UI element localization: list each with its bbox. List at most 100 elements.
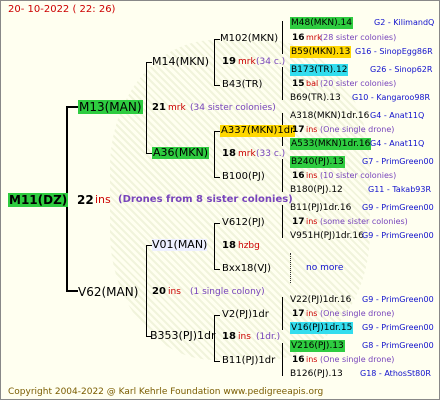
queen-b173: B173(TR).12: [290, 64, 349, 76]
v62-status: ins: [168, 287, 181, 297]
v2-drone: (One single drone): [320, 309, 395, 318]
queen-b11: B11(PJ)1dr: [222, 355, 276, 366]
a337-parent-drone: (One single drone): [320, 125, 395, 134]
a533-breeder: G4 - Anat11Q: [370, 139, 425, 148]
link-b43: [282, 67, 283, 100]
queen-a318: A318(MKN)1dr.16: [290, 111, 370, 121]
queen-v612: V612(PJ): [222, 217, 265, 228]
v2-generation: 17: [292, 309, 305, 319]
a337-parent-generation: 17: [292, 125, 305, 135]
queen-m48: M48(MKN).14: [290, 17, 353, 29]
b11-status: ins: [306, 355, 318, 364]
link-root-top: [66, 106, 78, 108]
v22-breeder: G9 - PrimGreen00: [362, 295, 434, 304]
v612-status: ins: [306, 217, 318, 226]
link-bxx18-dotted: [290, 253, 291, 283]
b43-parent-sisters: (20 sister colonies): [320, 79, 397, 88]
queen-v22: V22(PJ)1dr.16: [290, 295, 352, 305]
m13-sisters: (34 sister colonies): [190, 103, 276, 113]
b353-status: ins: [238, 332, 251, 342]
queen-a36: A36(MKN): [152, 146, 210, 159]
b126-breeder: G18 - AthosSt80R: [360, 369, 431, 378]
a36-sisters: (33 c.): [256, 149, 286, 159]
b59-breeder: G16 - SinopEgg86R: [355, 47, 433, 56]
queen-b126: B126(PJ).13: [290, 369, 343, 379]
root-drones-note: (Drones from 8 sister colonies): [118, 194, 293, 205]
queen-m102: M102(MKN): [220, 33, 279, 44]
a36-status: mrk: [238, 149, 256, 159]
b353-note: (1dr.): [256, 332, 281, 342]
b100-parent-status: ins: [306, 171, 318, 180]
b43-parent-status: bal: [306, 79, 319, 88]
queen-v16: V16(PJ)1dr.15: [290, 322, 354, 334]
queen-m14: M14(MKN): [152, 55, 210, 68]
v612-generation: 17: [292, 217, 305, 227]
queen-b353: B353(PJ)1dr: [150, 329, 216, 342]
link-v2: [282, 297, 283, 330]
v2-status: ins: [306, 309, 318, 318]
queen-b180: B180(PJ).12: [290, 185, 343, 195]
queen-b43: B43(TR): [222, 79, 263, 90]
m102-status: mrk: [238, 57, 256, 67]
queen-b11-pj: B11(PJ)1dr.16: [290, 203, 352, 213]
m102-sisters: (34 c.): [256, 57, 286, 67]
queen-m13: M13(MAN): [78, 100, 143, 114]
queen-v951h: V951H(PJ)1dr.16: [290, 231, 364, 241]
queen-b100: B100(PJ): [222, 171, 265, 182]
link-b100: [282, 159, 283, 192]
link-b353-a: [214, 315, 220, 316]
b69-breeder: G10 - Kangaroo98R: [352, 93, 431, 102]
m102-parent-generation: 16: [292, 33, 305, 43]
b11-pj-breeder: G9 - PrimGreen00: [362, 203, 434, 212]
v62-generation: 20: [152, 286, 166, 297]
root-generation: 22: [77, 193, 94, 207]
v216-breeder: G8 - PrimGreen00: [362, 341, 434, 350]
b240-breeder: G7 - PrimGreen00: [362, 157, 434, 166]
queen-v2: V2(PJ)1dr: [222, 309, 269, 320]
m102-parent-sisters: (28 sister colonies): [320, 33, 397, 42]
link-a36: [214, 131, 215, 178]
v612-sisters: (some sister colonies): [320, 217, 408, 226]
m13-generation: 21: [152, 102, 166, 113]
b11-generation: 16: [292, 355, 305, 365]
link-m14-b: [214, 85, 220, 86]
copyright-footer: Copyright 2004-2022 @ Karl Kehrle Founda…: [8, 387, 324, 397]
queen-a533: A533(MKN)1dr.16: [290, 138, 372, 150]
root-status: ins: [95, 193, 111, 206]
b180-breeder: G11 - Takab93R: [368, 185, 432, 194]
v951h-breeder: G9 - PrimGreen00: [362, 231, 434, 240]
b100-parent-sisters: (10 sister colonies): [320, 171, 397, 180]
m13-status: mrk: [168, 103, 186, 113]
link-v01-b: [214, 269, 220, 270]
queen-b240: B240(PJ).13: [290, 156, 345, 168]
queen-b69: B69(TR).13: [290, 93, 341, 103]
link-a36-b: [214, 177, 220, 178]
link-m13: [146, 62, 147, 154]
report-date: 20- 10-2022 ( 22: 26): [8, 4, 116, 15]
queen-root: M11(DZ): [8, 193, 69, 207]
link-root-bottom: [66, 290, 78, 292]
b353-generation: 18: [222, 331, 236, 342]
v16-breeder: G9 - PrimGreen00: [362, 323, 434, 332]
queen-b59: B59(MKN).13: [290, 46, 352, 58]
queen-bxx18: Bxx18(VJ): [222, 263, 272, 274]
v62-sisters: (1 single colony): [190, 287, 265, 297]
b11-drone: (One single drone): [320, 355, 395, 364]
a337-parent-status: ins: [306, 125, 318, 134]
queen-v62: V62(MAN): [78, 285, 139, 299]
b100-parent-generation: 16: [292, 171, 305, 181]
link-m102: [282, 21, 283, 54]
link-v01: [214, 223, 215, 270]
a318-breeder: G4 - Anat11Q: [370, 111, 425, 120]
b173-breeder: G26 - Sinop62R: [370, 65, 433, 74]
link-b11: [282, 343, 283, 376]
queen-v216: V216(PJ).13: [290, 340, 345, 352]
link-v62: [146, 245, 147, 337]
link-v01-a: [214, 223, 220, 224]
m102-generation: 19: [222, 56, 236, 67]
queen-a337: A337(MKN)1dr: [220, 125, 296, 137]
v01-status: hzbg: [238, 241, 260, 251]
link-b353-b: [214, 361, 220, 362]
b43-parent-generation: 15: [292, 79, 305, 89]
no-more-note: no more: [306, 263, 344, 273]
